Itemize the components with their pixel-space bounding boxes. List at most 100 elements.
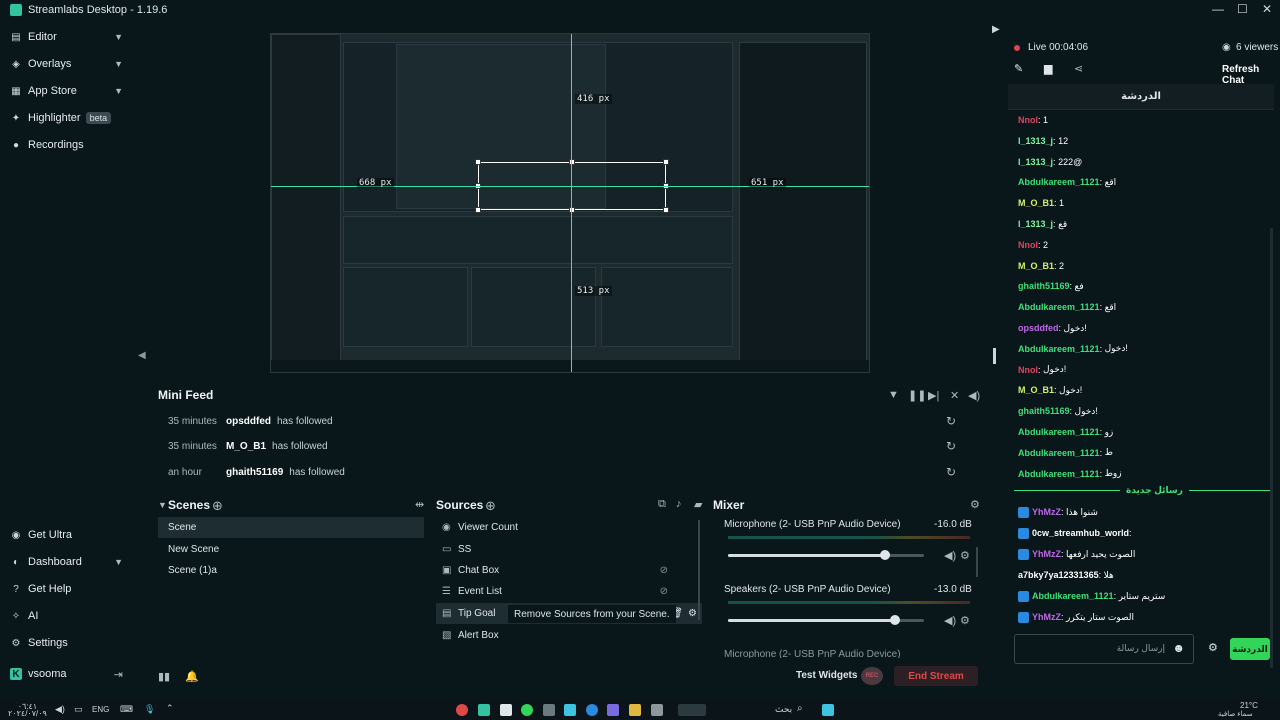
resize-handle[interactable] bbox=[663, 159, 669, 165]
chrome-icon[interactable] bbox=[456, 704, 468, 716]
mixer-scrollbar[interactable] bbox=[976, 547, 978, 577]
popout-icon[interactable]: ▆ bbox=[1044, 62, 1052, 75]
sidebar-item-app-store[interactable]: ▦ App Store ▼ bbox=[0, 79, 135, 103]
streamlabs-icon[interactable] bbox=[478, 704, 490, 716]
chat-username[interactable]: l_1313_j bbox=[1018, 157, 1053, 167]
chat-username[interactable]: a7bky7ya12331365 bbox=[1018, 570, 1099, 580]
chat-username[interactable]: l_1313_j bbox=[1018, 136, 1053, 146]
add-scene-icon[interactable]: ⊕ bbox=[212, 498, 223, 514]
notifications-bell-icon[interactable]: 🔔 bbox=[185, 670, 199, 683]
end-stream-button[interactable]: End Stream bbox=[894, 666, 978, 686]
resize-handle[interactable] bbox=[475, 159, 481, 165]
gear-icon[interactable]: ⚙ bbox=[970, 498, 980, 511]
app-icon[interactable] bbox=[607, 704, 619, 716]
test-widgets-button[interactable]: Test Widgets bbox=[796, 670, 857, 681]
slider-knob[interactable] bbox=[889, 615, 900, 625]
edge-icon[interactable] bbox=[586, 704, 598, 716]
gear-icon[interactable]: ⚙ bbox=[960, 549, 970, 562]
chat-username[interactable]: opsddfed bbox=[1018, 323, 1059, 333]
scene-transitions-icon[interactable]: ⇹ bbox=[415, 498, 424, 511]
gear-icon[interactable]: ⚙ bbox=[688, 608, 697, 619]
chat-username[interactable]: YhMzZ bbox=[1032, 507, 1061, 517]
search-icon[interactable]: ⌕ bbox=[797, 703, 803, 714]
sources-scrollbar[interactable] bbox=[698, 520, 700, 620]
add-folder-icon[interactable]: ⧉ bbox=[658, 498, 666, 511]
sidebar-item-ai[interactable]: ✧ AI bbox=[0, 604, 135, 628]
sidebar-item-get-ultra[interactable]: ◉ Get Ultra bbox=[0, 523, 135, 547]
scene-item[interactable]: New Scene bbox=[158, 539, 424, 560]
sidebar-item-overlays[interactable]: ◈ Overlays ▼ bbox=[0, 52, 135, 76]
gear-icon[interactable]: ⚙ bbox=[1208, 641, 1218, 654]
chat-username[interactable]: Abdulkareem_1121 bbox=[1032, 591, 1114, 601]
network-icon[interactable]: ▭ bbox=[74, 704, 83, 715]
chat-username[interactable]: ghaith51169 bbox=[1018, 281, 1070, 291]
chat-username[interactable]: Abdulkareem_1121 bbox=[1018, 177, 1100, 187]
scene-item[interactable]: Scene bbox=[158, 517, 424, 538]
source-item[interactable]: ▭ SS bbox=[436, 539, 702, 560]
chat-username[interactable]: Nnol bbox=[1018, 115, 1038, 125]
scene-item[interactable]: Scene (1)a bbox=[158, 560, 424, 581]
chat-username[interactable]: M_O_B1 bbox=[1018, 385, 1054, 395]
chevron-down-icon[interactable]: ▼ bbox=[158, 500, 167, 510]
source-item[interactable]: ▧ Alert Box bbox=[436, 625, 702, 646]
sidebar-item-get-help[interactable]: ? Get Help bbox=[0, 577, 135, 601]
sidebar-item-settings[interactable]: ⚙ Settings bbox=[0, 631, 135, 655]
emoji-icon[interactable]: ☻ bbox=[1172, 641, 1185, 655]
app-icon[interactable] bbox=[651, 704, 663, 716]
resize-handle[interactable] bbox=[569, 159, 575, 165]
volume-icon[interactable]: ◀) bbox=[968, 389, 980, 402]
chat-username[interactable]: Nnol bbox=[1018, 240, 1038, 250]
audio-settings-icon[interactable]: ♪ bbox=[676, 498, 682, 510]
chat-resize-handle[interactable] bbox=[993, 348, 996, 364]
chat-username[interactable]: ghaith51169 bbox=[1018, 406, 1070, 416]
close-button[interactable]: ✕ bbox=[1262, 2, 1272, 16]
chat-username[interactable]: 0cw_streamhub_world bbox=[1032, 528, 1129, 538]
chat-username[interactable]: Abdulkareem_1121 bbox=[1018, 344, 1100, 354]
source-item[interactable]: ◉ Viewer Count bbox=[436, 517, 702, 538]
chat-username[interactable]: Abdulkareem_1121 bbox=[1018, 469, 1100, 479]
record-button[interactable]: REC bbox=[861, 667, 883, 685]
chat-username[interactable]: Abdulkareem_1121 bbox=[1018, 427, 1100, 437]
folder-icon[interactable]: ▰ bbox=[694, 498, 702, 511]
keyboard-icon[interactable]: ⌨ bbox=[120, 704, 133, 715]
maximize-button[interactable]: ☐ bbox=[1237, 2, 1248, 16]
resize-handle[interactable] bbox=[475, 207, 481, 213]
user-profile[interactable]: K vsooma ⇥ bbox=[0, 662, 135, 686]
chat-input[interactable]: إرسال رسالة ☻ bbox=[1014, 634, 1194, 664]
logout-icon[interactable]: ⇥ bbox=[114, 668, 123, 681]
gear-icon[interactable]: ⚙ bbox=[960, 614, 970, 627]
chevron-down-icon[interactable]: ▼ bbox=[114, 59, 123, 69]
language-indicator[interactable]: ENG bbox=[92, 705, 109, 714]
chat-scrollbar[interactable] bbox=[1270, 228, 1273, 668]
speaker-icon[interactable]: ◀) bbox=[944, 549, 956, 562]
chevron-down-icon[interactable]: ▼ bbox=[114, 86, 123, 96]
sidebar-item-recordings[interactable]: ● Recordings bbox=[0, 133, 135, 157]
repeat-alert-icon[interactable]: ↻ bbox=[946, 465, 956, 479]
hide-icon[interactable]: ⊘ bbox=[660, 586, 668, 597]
source-item[interactable]: ☰ Event List ⊘ bbox=[436, 581, 702, 602]
chat-username[interactable]: Abdulkareem_1121 bbox=[1018, 448, 1100, 458]
sidebar-item-dashboard[interactable]: ◐ Dashboard ▼ bbox=[0, 550, 135, 574]
taskbar-search[interactable]: بحث bbox=[775, 704, 792, 715]
chat-username[interactable]: l_1313_j bbox=[1018, 219, 1053, 229]
chat-username[interactable]: M_O_B1 bbox=[1018, 198, 1054, 208]
vscode-icon[interactable] bbox=[564, 704, 576, 716]
volume-icon[interactable]: ◀) bbox=[55, 704, 65, 715]
resize-handle[interactable] bbox=[569, 207, 575, 213]
speaker-icon[interactable]: ◀) bbox=[944, 614, 956, 627]
hide-icon[interactable]: ⊘ bbox=[660, 565, 668, 576]
chat-username[interactable]: Nnol bbox=[1018, 365, 1038, 375]
chevron-up-icon[interactable]: ⌃ bbox=[166, 703, 174, 714]
stream-preview-canvas[interactable]: 416 px 668 px 651 px 513 px bbox=[270, 33, 870, 373]
microphone-icon[interactable]: 🎙 bbox=[144, 704, 155, 715]
windows-start-icon[interactable] bbox=[822, 704, 834, 716]
app-icon[interactable] bbox=[678, 704, 706, 716]
send-chat-button[interactable]: الدردشة bbox=[1230, 638, 1270, 660]
chevron-down-icon[interactable]: ▼ bbox=[114, 32, 123, 42]
chat-username[interactable]: Abdulkareem_1121 bbox=[1018, 302, 1100, 312]
chevron-down-icon[interactable]: ▼ bbox=[114, 557, 123, 567]
mute-alerts-icon[interactable]: ✕ bbox=[950, 389, 959, 402]
edit-icon[interactable]: ✎ bbox=[1014, 62, 1023, 75]
performance-stats-icon[interactable]: ▮▮ bbox=[158, 670, 170, 683]
chat-username[interactable]: YhMzZ bbox=[1032, 612, 1061, 622]
